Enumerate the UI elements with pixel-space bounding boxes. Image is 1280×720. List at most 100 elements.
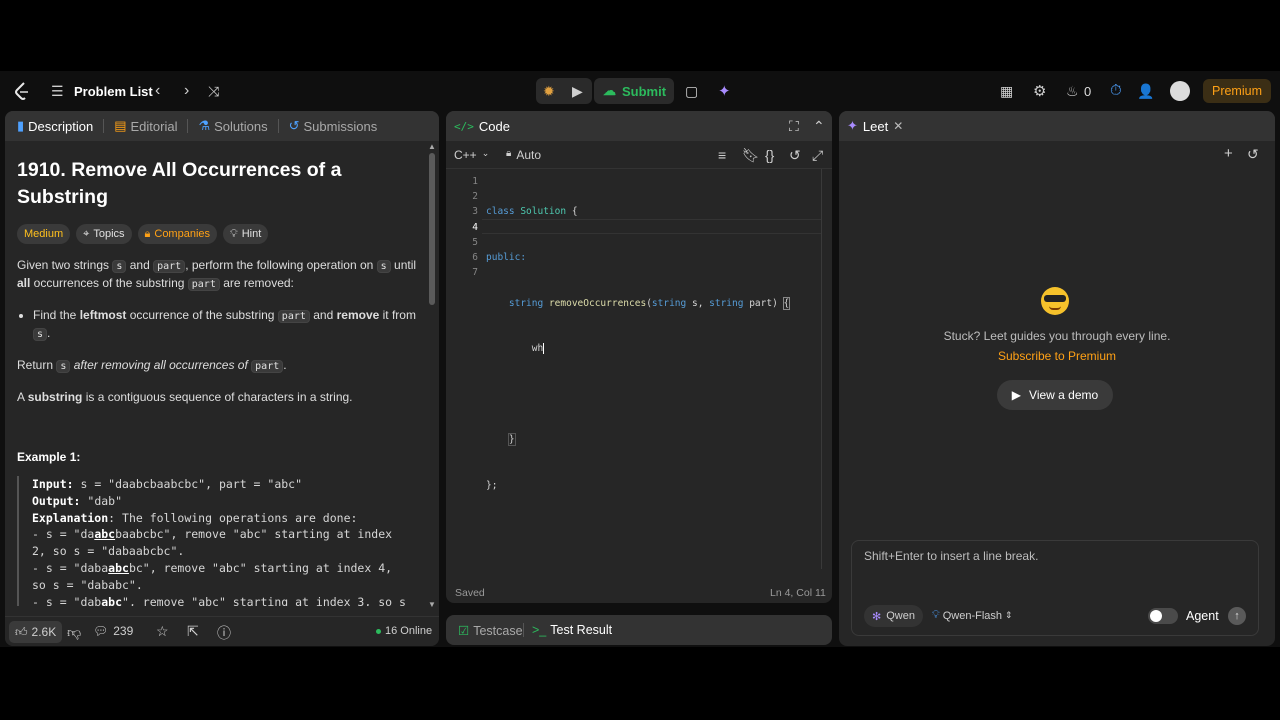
premium-button[interactable]: Premium — [1203, 79, 1271, 103]
plus-icon[interactable]: + — [1224, 145, 1233, 162]
example-input-line: Input: s = "daabcbaabcbc", part = "abc" — [32, 477, 303, 491]
debug-icon[interactable]: ✹ — [543, 83, 555, 100]
leet-sparkle-icon: ✦ — [847, 118, 858, 133]
next-problem-icon[interactable]: › — [184, 82, 189, 100]
history-icon[interactable]: ↺ — [1247, 146, 1259, 163]
submit-button[interactable]: ☁ Submit — [594, 78, 674, 104]
example-step-line: - s = "daabcbaabcbc", remove "abc" start… — [32, 527, 393, 542]
chevron-down-icon: ⌄ — [481, 148, 490, 158]
tab-test-result[interactable]: >_ Test Result — [526, 623, 618, 637]
language-select[interactable]: C++ ⌄ — [454, 148, 489, 162]
code-line: wh — [531, 343, 545, 355]
scroll-down-arrow-icon[interactable]: ▼ — [428, 600, 436, 609]
like-button[interactable]: 👍︎ 2.6K — [9, 621, 63, 643]
example-step-line: - s = "dababc", remove "abc" starting at… — [32, 594, 406, 606]
close-icon[interactable]: ✕ — [893, 119, 903, 133]
tab-divider — [187, 119, 189, 133]
companies-tag[interactable]: 🔒︎ Companies — [137, 224, 218, 244]
tag-icon: ⌖ — [83, 227, 90, 240]
subscribe-link[interactable]: Subscribe to Premium — [839, 349, 1275, 363]
topics-tag[interactable]: ⌖ Topics — [76, 224, 132, 244]
editor-toolbar: C++ ⌄ 🔒︎ Auto ≡ 🔖︎ {} ↺ ⤢ — [446, 141, 832, 169]
line-numbers: 1234567 — [472, 176, 478, 279]
braces-icon[interactable]: {} — [765, 147, 774, 163]
editor-scrollbar[interactable] — [821, 169, 822, 569]
desc-paragraph: Given two strings s and part, perform th… — [17, 258, 417, 291]
lightbulb-icon: 💡︎ — [230, 227, 238, 240]
qwen-logo-icon: ✻ — [872, 610, 882, 623]
lightbulb-icon: 💡︎ — [932, 609, 940, 621]
tab-divider — [103, 119, 105, 133]
maximize-icon[interactable]: ⛶ — [789, 118, 799, 135]
problem-list-link[interactable]: Problem List — [74, 84, 153, 99]
code-line: } — [507, 433, 516, 447]
model-provider-select[interactable]: ✻ Qwen — [864, 605, 923, 627]
chat-input-box: Shift+Enter to insert a line break. ✻ Qwe… — [851, 540, 1259, 636]
problem-tags: Medium ⌖ Topics 🔒︎ Companies 💡︎ Hint — [17, 224, 269, 244]
view-demo-button[interactable]: ▶ View a demo — [997, 380, 1113, 410]
leet-header: ✦ Leet ✕ — [839, 111, 1275, 141]
shuffle-icon[interactable]: ⤨ — [208, 83, 219, 100]
updown-chevron-icon: ⇕ — [1005, 610, 1013, 620]
add-friend-icon[interactable]: 👤 — [1137, 83, 1154, 100]
online-dot-icon — [376, 629, 381, 634]
tab-solutions[interactable]: ⚗ Solutions — [192, 118, 273, 134]
example-step-line: 2, so s = "dabaabcbc". — [32, 544, 185, 559]
example-block: Input: s = "daabcbaabcbc", part = "abc" … — [17, 476, 427, 606]
tab-editorial[interactable]: ▤ Editorial — [108, 118, 183, 134]
scroll-up-arrow-icon[interactable]: ▲ — [428, 142, 436, 151]
scrollbar-thumb[interactable] — [429, 153, 435, 305]
comments-button[interactable]: 💬︎ 239 — [93, 624, 133, 638]
desc-list: Find the leftmost occurrence of the subs… — [33, 307, 417, 343]
leet-stuck-text: Stuck? Leet guides you through every lin… — [943, 329, 1171, 343]
list-item: Find the leftmost occurrence of the subs… — [33, 307, 417, 343]
format-icon[interactable]: ≡ — [718, 147, 726, 163]
layout-icon[interactable]: ▦ — [1000, 83, 1013, 100]
problem-description: Given two strings s and part, perform th… — [17, 257, 417, 406]
timer-icon[interactable]: ⏱ — [1110, 82, 1122, 99]
collapse-icon[interactable]: ⌃ — [813, 118, 825, 135]
code-line: class Solution { — [486, 206, 578, 218]
model-select[interactable]: 💡︎ Qwen-Flash ⇕ — [932, 609, 1013, 622]
example-step-line: so s = "dababc". — [32, 577, 143, 592]
problem-title: 1910. Remove All Occurrences of a Substr… — [17, 159, 342, 208]
code-icon: </> — [454, 119, 474, 133]
sunglasses-emoji-icon — [1041, 287, 1069, 315]
share-icon[interactable]: ⇱ — [187, 623, 199, 640]
fullscreen-icon[interactable]: ⤢ — [812, 147, 823, 164]
chat-input[interactable]: Shift+Enter to insert a line break. — [864, 549, 1038, 563]
thumbs-down-icon[interactable]: 👎︎ — [67, 624, 81, 641]
cloud-upload-icon: ☁ — [603, 83, 616, 98]
auto-mode[interactable]: 🔒︎ Auto — [506, 148, 541, 162]
online-count: 16 Online — [385, 625, 433, 637]
tab-divider — [277, 119, 279, 133]
tab-submissions[interactable]: ↺ Submissions — [283, 118, 384, 134]
code-editor[interactable]: class Solution { public: string removeOc… — [486, 174, 826, 524]
star-icon[interactable]: ☆ — [156, 623, 169, 640]
leetcode-logo-icon[interactable] — [14, 82, 30, 100]
tab-testcase[interactable]: ☑ Testcase — [452, 623, 529, 639]
reset-icon[interactable]: ↺ — [789, 147, 801, 164]
run-icon[interactable]: ▶ — [572, 83, 583, 100]
ai-sparkle-icon[interactable]: ✦ — [718, 82, 731, 100]
code-header: </> Code ⛶ ⌃ — [446, 111, 832, 141]
agent-toggle[interactable] — [1148, 608, 1178, 624]
bookmark-icon[interactable]: 🔖︎ — [742, 147, 760, 164]
example-output-line: Output: "dab" — [32, 493, 123, 508]
tab-description[interactable]: ▮ Description — [11, 118, 99, 134]
fire-count: 0 — [1084, 84, 1092, 99]
avatar[interactable] — [1170, 81, 1190, 101]
prev-problem-icon[interactable]: ‹ — [155, 82, 160, 100]
notes-icon[interactable]: ▢ — [685, 83, 698, 100]
description-icon: ▮ — [17, 118, 25, 133]
fire-icon[interactable]: ♨ — [1066, 83, 1079, 100]
send-button[interactable]: ↑ — [1228, 607, 1246, 625]
text-cursor — [543, 343, 545, 355]
hint-tag[interactable]: 💡︎ Hint — [223, 224, 269, 244]
list-icon: ☰ — [51, 83, 64, 99]
description-footer: 👍︎ 2.6K 👎︎ 💬︎ 239 ☆ ⇱ ⓘ 16 Online — [5, 616, 439, 646]
help-icon[interactable]: ⓘ — [217, 623, 231, 643]
gear-icon[interactable]: ⚙ — [1033, 82, 1046, 100]
difficulty-badge: Medium — [17, 224, 71, 244]
